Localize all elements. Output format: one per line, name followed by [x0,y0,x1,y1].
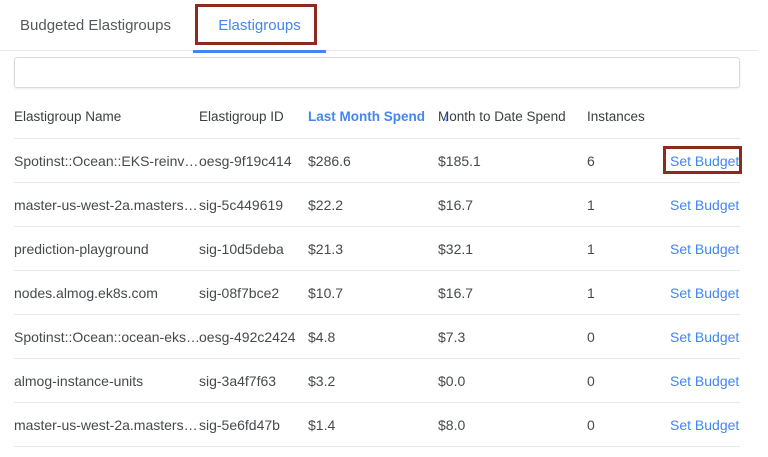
cell-elastigroup-id: sig-3a4f7f63 [199,373,308,389]
table-row: master-us-west-2a.masters… sig-5e6fd47b … [14,403,740,447]
cell-last-month-spend: $10.7 [308,285,438,301]
set-budget-link[interactable]: Set Budget [670,373,739,389]
cell-last-month-spend: $22.2 [308,197,438,213]
table-row: master-us-west-2a.masters… sig-5c449619 … [14,183,740,227]
budgets-page: Budgeted Elastigroups Elastigroups Elast… [0,0,768,457]
cell-instances: 0 [587,417,670,433]
cell-instances: 0 [587,373,670,389]
cell-elastigroup-name: Spotinst::Ocean::EKS-reinv… [14,153,199,169]
elastigroups-table: Elastigroup Name Elastigroup ID Last Mon… [14,88,740,447]
table-row: Spotinst::Ocean::EKS-reinv… oesg-9f19c41… [14,139,740,183]
cell-elastigroup-name: almog-instance-units [14,373,199,389]
cell-elastigroup-name: master-us-west-2a.masters… [14,417,199,433]
column-header-elastigroup-id[interactable]: Elastigroup ID [199,109,308,124]
cell-elastigroup-name: nodes.almog.ek8s.com [14,285,199,301]
cell-elastigroup-id: sig-5c449619 [199,197,308,213]
active-tab-indicator [193,50,326,53]
cell-elastigroup-name: master-us-west-2a.masters… [14,197,199,213]
tab-label: Elastigroups [218,17,301,34]
cell-instances: 0 [587,329,670,345]
cell-month-to-date-spend: $32.1 [438,241,587,257]
table-row: almog-instance-units sig-3a4f7f63 $3.2 $… [14,359,740,403]
cell-elastigroup-id: sig-5e6fd47b [199,417,308,433]
column-header-label: Last Month Spend [308,109,425,124]
filter-input[interactable] [14,57,740,88]
cell-elastigroup-id: sig-08f7bce2 [199,285,308,301]
tab-budgeted-elastigroups[interactable]: Budgeted Elastigroups [20,0,171,51]
table-row: nodes.almog.ek8s.com sig-08f7bce2 $10.7 … [14,271,740,315]
tab-elastigroups[interactable]: Elastigroups [193,0,326,51]
cell-last-month-spend: $1.4 [308,417,438,433]
cell-instances: 1 [587,285,670,301]
set-budget-link[interactable]: Set Budget [670,285,739,301]
cell-instances: 6 [587,153,670,169]
cell-elastigroup-name: Spotinst::Ocean::ocean-eks… [14,329,199,345]
column-header-instances[interactable]: Instances [587,109,670,124]
cell-elastigroup-name: prediction-playground [14,241,199,257]
set-budget-link[interactable]: Set Budget [670,241,739,257]
set-budget-link[interactable]: Set Budget [670,417,739,433]
table-row: prediction-playground sig-10d5deba $21.3… [14,227,740,271]
table-header-row: Elastigroup Name Elastigroup ID Last Mon… [14,88,740,139]
cell-last-month-spend: $4.8 [308,329,438,345]
cell-month-to-date-spend: $8.0 [438,417,587,433]
cell-month-to-date-spend: $7.3 [438,329,587,345]
cell-last-month-spend: $21.3 [308,241,438,257]
tab-label: Budgeted Elastigroups [20,17,171,34]
cell-elastigroup-id: sig-10d5deba [199,241,308,257]
table-row: Spotinst::Ocean::ocean-eks… oesg-492c242… [14,315,740,359]
cell-elastigroup-id: oesg-492c2424 [199,329,308,345]
cell-month-to-date-spend: $16.7 [438,285,587,301]
set-budget-link[interactable]: Set Budget [670,197,739,213]
cell-month-to-date-spend: $16.7 [438,197,587,213]
cell-month-to-date-spend: $185.1 [438,153,587,169]
cell-elastigroup-id: oesg-9f19c414 [199,153,308,169]
cell-last-month-spend: $3.2 [308,373,438,389]
column-header-last-month-spend[interactable]: Last Month Spend ↓ [308,108,438,125]
cell-instances: 1 [587,197,670,213]
cell-last-month-spend: $286.6 [308,153,438,169]
set-budget-link[interactable]: Set Budget [670,329,739,345]
cell-instances: 1 [587,241,670,257]
set-budget-link[interactable]: Set Budget [670,153,739,169]
column-header-elastigroup-name[interactable]: Elastigroup Name [14,109,199,124]
tabs-bar: Budgeted Elastigroups Elastigroups [0,0,758,51]
column-header-month-to-date-spend[interactable]: Month to Date Spend [438,109,587,124]
cell-month-to-date-spend: $0.0 [438,373,587,389]
